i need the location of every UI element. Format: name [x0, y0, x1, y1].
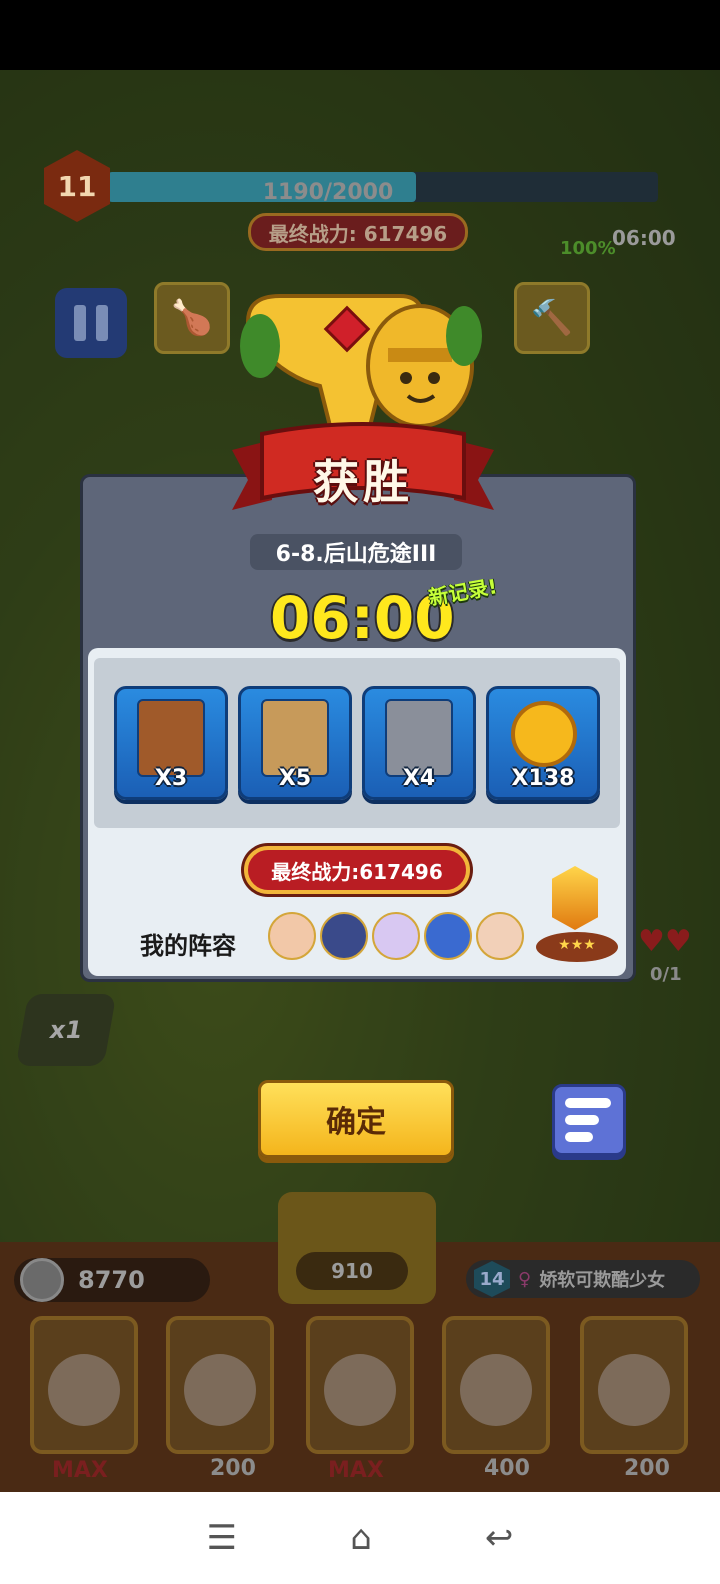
amber-gem-icon	[552, 866, 598, 930]
hud-timer: 06:00	[612, 226, 676, 250]
coin-icon	[20, 1258, 64, 1302]
lineup-avatar	[372, 912, 420, 960]
drumstick-icon[interactable]: 🍗	[154, 282, 230, 354]
hero-card[interactable]	[442, 1316, 550, 1454]
confirm-button[interactable]: 确定	[258, 1080, 454, 1158]
reward-item[interactable]: X138	[486, 686, 600, 800]
clear-time: 06:00	[270, 584, 455, 652]
hero-card[interactable]	[30, 1316, 138, 1454]
status-bar	[0, 0, 720, 70]
lineup-avatar	[320, 912, 368, 960]
victory-title: 获胜	[313, 455, 413, 509]
hero-cost: 200	[210, 1456, 256, 1481]
stats-icon	[565, 1115, 599, 1125]
hero-portrait	[184, 1354, 256, 1426]
stats-button[interactable]	[552, 1084, 626, 1156]
enemy-counter: 0/1	[650, 964, 682, 985]
game-screen: 11 1190/2000 最终战力: 617496 100% 06:00 🍗 🔨…	[0, 0, 720, 1584]
lineup-avatar	[476, 912, 524, 960]
reward-quantity: X138	[511, 766, 575, 791]
synergy-level: 14	[474, 1261, 510, 1297]
synergy-badge[interactable]: 14 ♀ 娇软可欺酷少女	[466, 1260, 700, 1298]
reward-quantity: X5	[278, 766, 312, 791]
hud-percent: 100%	[560, 238, 616, 259]
hud-final-power: 最终战力: 617496	[248, 213, 468, 251]
hero-card[interactable]	[580, 1316, 688, 1454]
reward-item[interactable]: X5	[238, 686, 352, 800]
stats-icon	[565, 1132, 593, 1142]
hero-portrait	[324, 1354, 396, 1426]
hearts-icon: ♥♥	[638, 924, 692, 959]
hero-cost: 400	[484, 1456, 530, 1481]
stage-name: 6-8.后山危途III	[250, 534, 462, 570]
stats-icon	[565, 1098, 611, 1108]
hero-cost: MAX	[328, 1458, 384, 1483]
synergy-name: 娇软可欺酷少女	[539, 1270, 666, 1291]
gold-coin-icon	[511, 701, 577, 767]
female-icon: ♀	[518, 1268, 532, 1290]
pause-icon	[74, 305, 86, 341]
reward-item[interactable]: X4	[362, 686, 476, 800]
star-rating-icon: ★★★	[536, 932, 618, 962]
coin-amount: 8770	[78, 1266, 145, 1294]
summon-cost: 910	[296, 1252, 408, 1290]
system-nav-bar: ☰ ⌂ ↩	[0, 1492, 720, 1584]
lineup-avatar	[424, 912, 472, 960]
pause-button[interactable]	[55, 288, 127, 358]
reward-item[interactable]: X3	[114, 686, 228, 800]
lineup-label: 我的阵容	[140, 932, 236, 960]
xp-text: 1190/2000	[262, 180, 394, 205]
pause-icon	[96, 305, 108, 341]
hero-portrait	[48, 1354, 120, 1426]
reward-quantity: X4	[402, 766, 436, 791]
reward-quantity: X3	[154, 766, 188, 791]
hero-cost: MAX	[52, 1458, 108, 1483]
coin-counter: 8770	[14, 1258, 210, 1302]
hero-portrait	[598, 1354, 670, 1426]
menu-icon[interactable]: ☰	[207, 1518, 237, 1558]
hero-card[interactable]	[306, 1316, 414, 1454]
hammer-icon[interactable]: 🔨	[514, 282, 590, 354]
hero-cost: 200	[624, 1456, 670, 1481]
back-icon[interactable]: ↩	[485, 1518, 514, 1558]
hero-portrait	[460, 1354, 532, 1426]
speed-button[interactable]: x1	[15, 994, 117, 1066]
home-icon[interactable]: ⌂	[350, 1518, 372, 1558]
final-power-badge: 最终战力:617496	[244, 846, 470, 894]
lineup-avatar	[268, 912, 316, 960]
hero-card[interactable]	[166, 1316, 274, 1454]
